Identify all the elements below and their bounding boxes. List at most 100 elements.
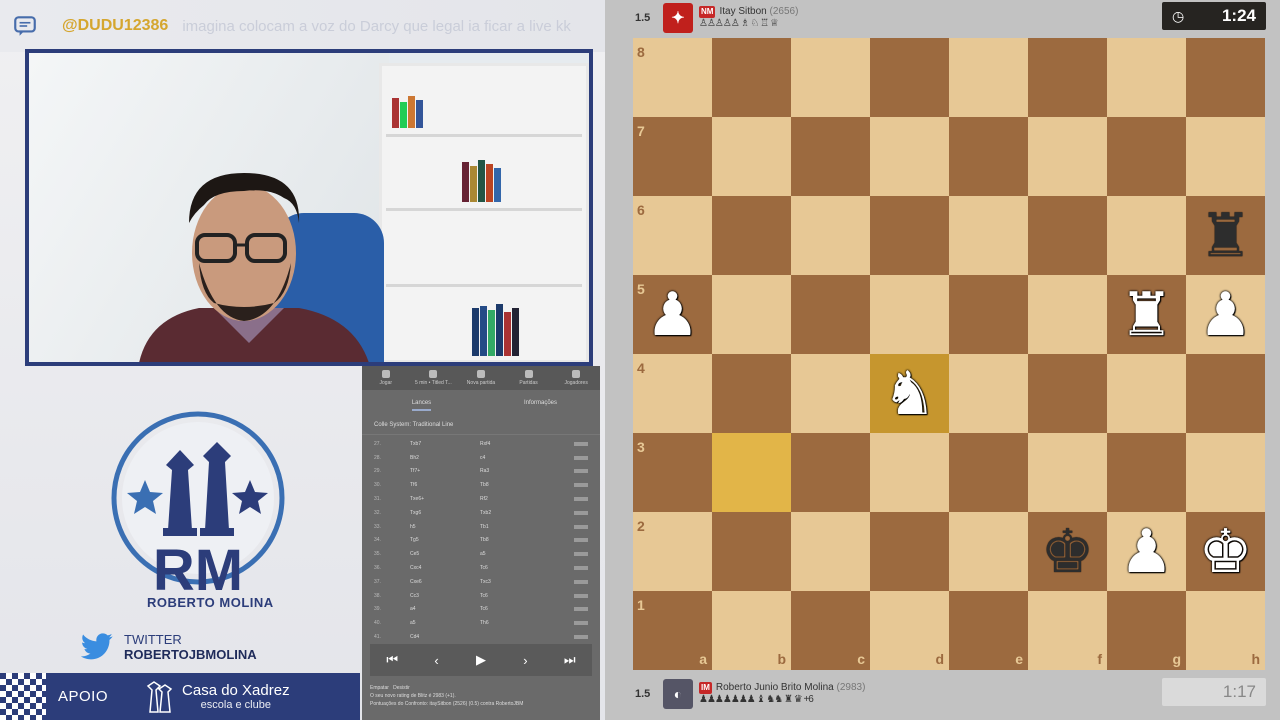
square-g7[interactable] — [1107, 117, 1186, 196]
square-h5[interactable]: ♟ — [1186, 275, 1265, 354]
move-row[interactable]: 33. h5 Tb1 — [374, 520, 588, 534]
square-e4[interactable] — [949, 354, 1028, 433]
square-g4[interactable] — [1107, 354, 1186, 433]
square-f1[interactable]: f — [1028, 591, 1107, 670]
square-g2[interactable]: ♟ — [1107, 512, 1186, 591]
white-piece-h5[interactable]: ♟ — [1199, 284, 1253, 345]
square-a3[interactable]: 3 — [633, 433, 712, 512]
tab-games[interactable]: Partidas — [505, 366, 553, 390]
white-move[interactable]: Cd4 — [410, 634, 480, 640]
square-a7[interactable]: 7 — [633, 117, 712, 196]
black-move[interactable]: Txc3 — [480, 579, 574, 585]
move-row[interactable]: 32. Txg6 Txb2 — [374, 506, 588, 520]
square-f3[interactable] — [1028, 433, 1107, 512]
tab-new-game[interactable]: Nova partida — [457, 366, 505, 390]
move-row[interactable]: 41. Cd4 — [374, 630, 588, 644]
square-f2[interactable]: ♚ — [1028, 512, 1107, 591]
square-g1[interactable]: g — [1107, 591, 1186, 670]
square-g8[interactable] — [1107, 38, 1186, 117]
square-d7[interactable] — [870, 117, 949, 196]
square-a4[interactable]: 4 — [633, 354, 712, 433]
move-row[interactable]: 27. Txb7 Rxf4 — [374, 437, 588, 451]
white-move[interactable]: Tg5 — [410, 537, 480, 543]
square-e5[interactable] — [949, 275, 1028, 354]
black-move[interactable]: a5 — [480, 551, 574, 557]
white-piece-g2[interactable]: ♟ — [1120, 521, 1174, 582]
square-c3[interactable] — [791, 433, 870, 512]
move-row[interactable]: 39. a4 Tc6 — [374, 603, 588, 617]
white-piece-g5[interactable]: ♜ — [1120, 284, 1174, 345]
subtab-moves[interactable]: Lances — [362, 400, 481, 411]
square-f7[interactable] — [1028, 117, 1107, 196]
white-move[interactable]: Bh2 — [410, 455, 480, 461]
square-h4[interactable] — [1186, 354, 1265, 433]
black-move[interactable]: Ra3 — [480, 468, 574, 474]
tab-jogar[interactable]: Jogar — [362, 366, 410, 390]
resign-button[interactable]: Desistir — [393, 685, 410, 691]
white-move[interactable]: Cc3 — [410, 593, 480, 599]
square-e1[interactable]: e — [949, 591, 1028, 670]
square-b2[interactable] — [712, 512, 791, 591]
square-c2[interactable] — [791, 512, 870, 591]
black-piece-f2[interactable]: ♚ — [1041, 521, 1095, 582]
last-move-button[interactable]: ⏭ — [553, 652, 587, 668]
square-c1[interactable]: c — [791, 591, 870, 670]
white-move[interactable]: h5 — [410, 524, 480, 530]
white-piece-d4[interactable]: ♞ — [883, 363, 937, 424]
square-f4[interactable] — [1028, 354, 1107, 433]
square-f5[interactable] — [1028, 275, 1107, 354]
square-d4[interactable]: ♞ — [870, 354, 949, 433]
square-e6[interactable] — [949, 196, 1028, 275]
square-b6[interactable] — [712, 196, 791, 275]
square-f6[interactable] — [1028, 196, 1107, 275]
white-piece-a5[interactable]: ♟ — [646, 284, 700, 345]
square-d2[interactable] — [870, 512, 949, 591]
square-h3[interactable] — [1186, 433, 1265, 512]
black-move[interactable]: Tc6 — [480, 593, 574, 599]
white-move[interactable]: Txg6 — [410, 510, 480, 516]
white-move[interactable]: Txe6+ — [410, 496, 480, 502]
white-move[interactable]: a5 — [410, 620, 480, 626]
square-g3[interactable] — [1107, 433, 1186, 512]
move-row[interactable]: 35. Ce5 a5 — [374, 547, 588, 561]
black-move[interactable]: Tc6 — [480, 565, 574, 571]
square-g5[interactable]: ♜ — [1107, 275, 1186, 354]
square-g6[interactable] — [1107, 196, 1186, 275]
black-piece-h6[interactable]: ♜ — [1199, 205, 1253, 266]
move-row[interactable]: 36. Cxc4 Tc6 — [374, 561, 588, 575]
white-move[interactable]: Tf6 — [410, 482, 480, 488]
move-row[interactable]: 30. Tf6 Tb8 — [374, 478, 588, 492]
black-move[interactable]: Txb2 — [480, 510, 574, 516]
top-player-name[interactable]: Itay Sitbon — [719, 6, 766, 17]
chess-board[interactable]: 8 7 6 ♜ 5 ♟ ♜ ♟ 4 ♞ 3 2 ♚ ♟ ♚ 1 a b c d e f g h — [633, 38, 1265, 670]
move-row[interactable]: 37. Cxe6 Txc3 — [374, 575, 588, 589]
square-a2[interactable]: 2 — [633, 512, 712, 591]
square-b5[interactable] — [712, 275, 791, 354]
square-c5[interactable] — [791, 275, 870, 354]
move-row[interactable]: 40. a5 Th6 — [374, 616, 588, 630]
square-d1[interactable]: d — [870, 591, 949, 670]
square-b1[interactable]: b — [712, 591, 791, 670]
square-c7[interactable] — [791, 117, 870, 196]
black-move[interactable]: Tc6 — [480, 606, 574, 612]
white-move[interactable]: Cxe6 — [410, 579, 480, 585]
move-row[interactable]: 29. Tf7+ Ra3 — [374, 465, 588, 479]
square-c8[interactable] — [791, 38, 870, 117]
bottom-player-name[interactable]: Roberto Junio Brito Molina — [716, 682, 834, 693]
black-move[interactable]: c4 — [480, 455, 574, 461]
square-e7[interactable] — [949, 117, 1028, 196]
black-move[interactable]: Rxf4 — [480, 441, 574, 447]
white-move[interactable]: Cxc4 — [410, 565, 480, 571]
square-h1[interactable]: h — [1186, 591, 1265, 670]
white-move[interactable]: Ce5 — [410, 551, 480, 557]
tab-players[interactable]: Jogadores — [552, 366, 600, 390]
move-row[interactable]: 38. Cc3 Tc6 — [374, 589, 588, 603]
square-b3[interactable] — [712, 433, 791, 512]
subtab-info[interactable]: Informações — [481, 400, 600, 406]
square-d8[interactable] — [870, 38, 949, 117]
square-a1[interactable]: 1a — [633, 591, 712, 670]
black-move[interactable]: Tb1 — [480, 524, 574, 530]
square-d3[interactable] — [870, 433, 949, 512]
move-row[interactable]: 34. Tg5 Tb8 — [374, 534, 588, 548]
square-f8[interactable] — [1028, 38, 1107, 117]
